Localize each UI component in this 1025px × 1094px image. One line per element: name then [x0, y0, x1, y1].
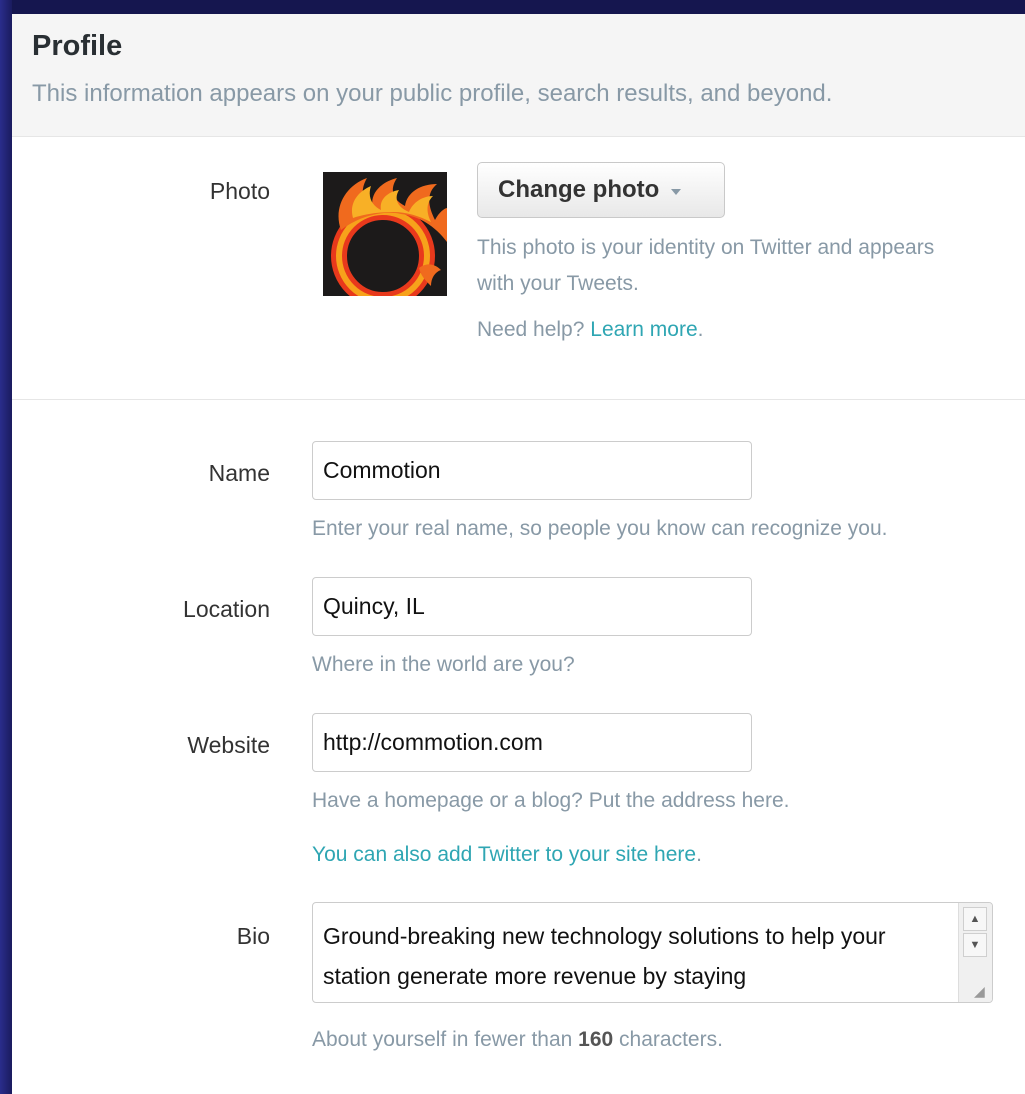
profile-header: Profile This information appears on your… — [12, 14, 1025, 137]
add-twitter-link[interactable]: You can also add Twitter to your site he… — [312, 843, 696, 866]
add-twitter-suffix: . — [696, 843, 702, 866]
window-frame-top — [0, 0, 1025, 14]
photo-help-text: This photo is your identity on Twitter a… — [477, 236, 935, 259]
photo-label: Photo — [209, 178, 270, 204]
bio-help-prefix: About yourself in fewer than — [312, 1028, 579, 1051]
location-label: Location — [183, 596, 270, 622]
need-help-line: Need help? Learn more. — [477, 318, 704, 342]
name-input[interactable] — [312, 441, 752, 500]
location-help-text: Where in the world are you? — [312, 653, 575, 676]
website-input[interactable] — [312, 713, 752, 772]
need-help-prefix: Need help? — [477, 318, 591, 341]
section-divider — [12, 399, 1025, 400]
window-frame-left — [0, 0, 12, 1094]
flame-ring-logo — [323, 172, 447, 296]
profile-settings-panel: Profile This information appears on your… — [12, 14, 1025, 1094]
change-photo-button[interactable]: Change photo — [477, 162, 725, 218]
website-help-text: Have a homepage or a blog? Put the addre… — [312, 789, 790, 812]
location-input[interactable] — [312, 577, 752, 636]
scroll-down-icon[interactable]: ▼ — [963, 933, 987, 957]
caret-down-icon — [671, 188, 682, 195]
website-label: Website — [187, 732, 270, 758]
scroll-up-icon[interactable]: ▲ — [963, 907, 987, 931]
learn-more-suffix: . — [697, 318, 704, 341]
name-help-text: Enter your real name, so people you know… — [312, 517, 888, 540]
bio-textarea[interactable]: Ground-breaking new technology solutions… — [312, 902, 993, 1003]
name-label: Name — [208, 460, 270, 486]
add-twitter-line: You can also add Twitter to your site he… — [312, 843, 702, 867]
avatar[interactable] — [323, 172, 447, 296]
photo-help-text-2: with your Tweets. — [477, 272, 639, 295]
learn-more-link[interactable]: Learn more — [590, 318, 697, 341]
bio-text: Ground-breaking new technology solutions… — [323, 923, 886, 989]
change-photo-button-label: Change photo — [498, 176, 660, 203]
bio-help-text: About yourself in fewer than 160 charact… — [312, 1028, 723, 1052]
resize-grip-icon[interactable]: ◢ — [974, 984, 988, 998]
page-title: Profile — [32, 30, 123, 62]
bio-help-suffix: characters. — [613, 1028, 723, 1051]
bio-char-limit: 160 — [578, 1028, 614, 1051]
bio-label: Bio — [236, 923, 270, 949]
page-subtitle: This information appears on your public … — [32, 80, 833, 107]
